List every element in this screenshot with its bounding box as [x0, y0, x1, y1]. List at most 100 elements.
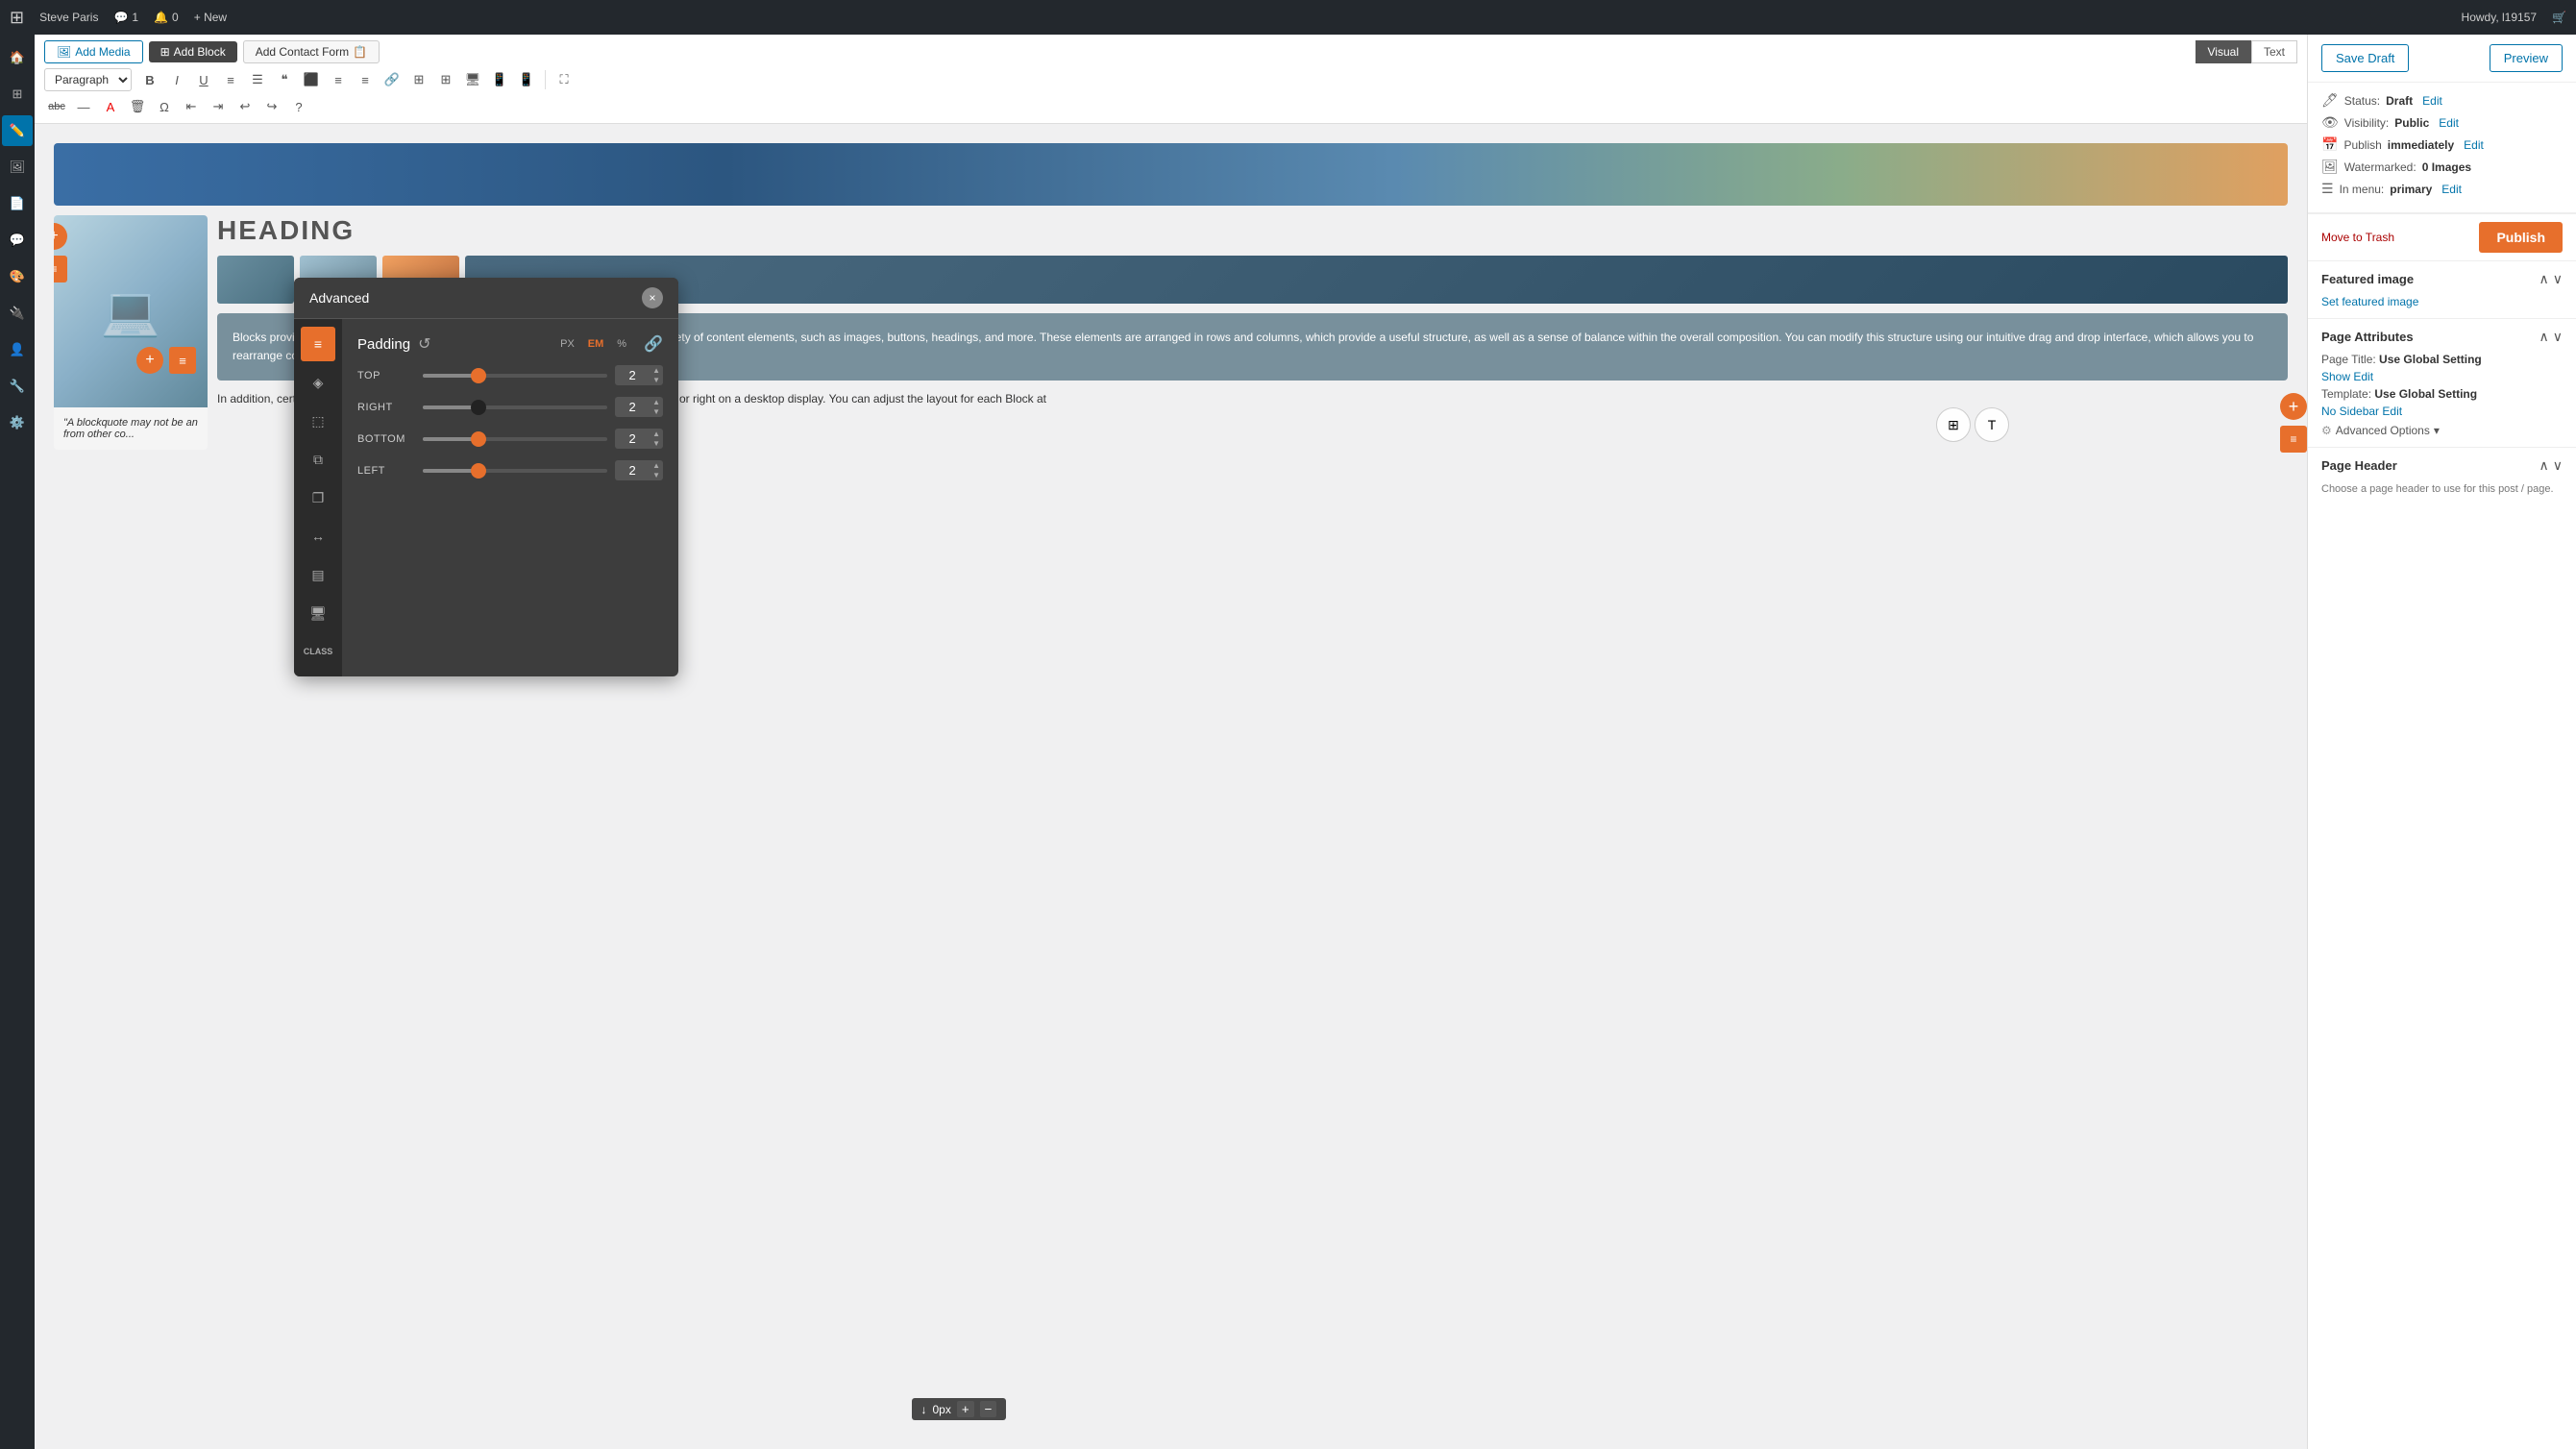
panel-desktop-icon[interactable]: 🖥 — [301, 596, 335, 630]
sidebar-icon-pages[interactable]: 📄 — [2, 188, 33, 219]
visibility-edit-link[interactable]: Edit — [2439, 116, 2459, 130]
float-add-button[interactable]: + — [2280, 393, 2307, 420]
editor-content[interactable]: + ≡ + ≡ 💻 "A blockquote — [35, 124, 2307, 1449]
panel-layers-icon[interactable]: ◈ — [301, 365, 335, 400]
page-title-edit-link[interactable]: Edit — [2353, 370, 2373, 383]
comments-bar-item[interactable]: 💬 1 — [113, 11, 138, 24]
padding-bottom-down[interactable]: ▼ — [650, 439, 663, 449]
left-block-menu-button[interactable]: ≡ — [54, 256, 67, 282]
text-tab[interactable]: Text — [2251, 40, 2297, 63]
padding-right-up[interactable]: ▲ — [650, 398, 663, 407]
no-sidebar-link[interactable]: No Sidebar — [2321, 405, 2379, 418]
padding-top-slider[interactable] — [423, 366, 607, 385]
bold-button[interactable]: B — [137, 67, 162, 92]
set-featured-image-link[interactable]: Set featured image — [2321, 295, 2563, 308]
padding-bottom-slider[interactable] — [423, 430, 607, 449]
sidebar-icon-tools[interactable]: 🔧 — [2, 371, 33, 402]
tablet-view-button[interactable]: 📱 — [487, 67, 512, 92]
text-color-button[interactable]: A — [98, 94, 123, 119]
panel-arrows-icon[interactable]: ↔ — [301, 519, 335, 553]
page-attributes-down[interactable]: ∨ — [2553, 329, 2563, 345]
offset-minus-button[interactable]: − — [980, 1401, 997, 1417]
padding-left-input[interactable] — [615, 460, 650, 480]
fullscreen-button[interactable]: ⛶ — [552, 67, 577, 92]
italic-button[interactable]: I — [164, 67, 189, 92]
indent-button[interactable]: ⇥ — [206, 94, 231, 119]
underline-button[interactable]: U — [191, 67, 216, 92]
float-menu-button[interactable]: ≡ — [2280, 426, 2307, 453]
status-edit-link[interactable]: Edit — [2422, 94, 2442, 108]
table-button[interactable]: ⊞ — [406, 67, 431, 92]
ordered-list-button[interactable]: ☰ — [245, 67, 270, 92]
unit-em-button[interactable]: EM — [584, 336, 608, 352]
unordered-list-button[interactable]: ≡ — [218, 67, 243, 92]
in-menu-edit-link[interactable]: Edit — [2441, 183, 2462, 196]
sidebar-icon-home[interactable]: 🏠 — [2, 42, 33, 73]
offset-plus-button[interactable]: + — [957, 1401, 974, 1417]
padding-right-slider[interactable] — [423, 398, 607, 417]
page-header-up[interactable]: ∧ — [2539, 457, 2549, 474]
padding-right-down[interactable]: ▼ — [650, 407, 663, 417]
padding-top-down[interactable]: ▼ — [650, 376, 663, 385]
sidebar-icon-edit[interactable]: ✏️ — [2, 115, 33, 146]
page-header-down[interactable]: ∨ — [2553, 457, 2563, 474]
save-draft-button[interactable]: Save Draft — [2321, 44, 2409, 72]
left-block-add-button[interactable]: + — [54, 223, 67, 250]
cart-icon[interactable]: 🛒 — [2552, 11, 2566, 24]
unit-px-button[interactable]: PX — [556, 336, 578, 352]
format-select[interactable]: Paragraph Heading 1 Heading 2 — [44, 68, 132, 91]
panel-column-icon[interactable]: ▤ — [301, 557, 335, 592]
image-text-button[interactable]: T — [1975, 407, 2009, 442]
padding-left-down[interactable]: ▼ — [650, 471, 663, 480]
sidebar-icon-users[interactable]: 👤 — [2, 334, 33, 365]
block-add-button[interactable]: + — [136, 347, 163, 374]
padding-top-input[interactable] — [615, 365, 650, 385]
sidebar-icon-dashboard[interactable]: ⊞ — [2, 79, 33, 110]
site-name[interactable]: Steve Paris — [39, 11, 98, 24]
sidebar-icon-comments[interactable]: 💬 — [2, 225, 33, 256]
template-edit-link[interactable]: Edit — [2382, 405, 2402, 418]
advanced-panel-close-button[interactable]: × — [642, 287, 663, 308]
sidebar-icon-settings[interactable]: ⚙️ — [2, 407, 33, 438]
align-center-button[interactable]: ≡ — [326, 67, 351, 92]
help-button[interactable]: ? — [286, 94, 311, 119]
padding-refresh-icon[interactable]: ↺ — [418, 334, 430, 354]
padding-left-slider[interactable] — [423, 461, 607, 480]
publish-edit-link[interactable]: Edit — [2464, 138, 2484, 152]
panel-class-icon[interactable]: CLASS — [301, 634, 335, 669]
align-right-button[interactable]: ≡ — [353, 67, 378, 92]
blockquote-button[interactable]: ❝ — [272, 67, 297, 92]
unit-percent-button[interactable]: % — [613, 336, 630, 352]
sidebar-icon-appearance[interactable]: 🎨 — [2, 261, 33, 292]
page-title-show-link[interactable]: Show — [2321, 370, 2350, 383]
new-bar-item[interactable]: + New — [194, 11, 227, 24]
panel-clone-icon[interactable]: ⧉ — [301, 442, 335, 477]
add-media-button[interactable]: 🖼 Add Media — [44, 40, 143, 63]
sidebar-icon-media[interactable]: 🖼 — [2, 152, 33, 183]
featured-image-collapse-down[interactable]: ∨ — [2553, 271, 2563, 287]
move-to-trash-link[interactable]: Move to Trash — [2321, 231, 2394, 244]
notifications-bar-item[interactable]: 🔔 0 — [154, 11, 179, 24]
special-char-button[interactable]: Ω — [152, 94, 177, 119]
align-left-button[interactable]: ⬛ — [299, 67, 324, 92]
block-list-button[interactable]: ≡ — [169, 347, 196, 374]
hr-button[interactable]: — — [71, 94, 96, 119]
panel-list-icon[interactable]: ≡ — [301, 327, 335, 361]
padding-top-up[interactable]: ▲ — [650, 366, 663, 376]
featured-image-collapse-up[interactable]: ∧ — [2539, 271, 2549, 287]
advanced-options-row[interactable]: ⚙ Advanced Options ▾ — [2321, 424, 2563, 437]
padding-bottom-input[interactable] — [615, 429, 650, 449]
mobile-view-button[interactable]: 📱 — [514, 67, 539, 92]
page-attributes-up[interactable]: ∧ — [2539, 329, 2549, 345]
link-values-icon[interactable]: 🔗 — [644, 334, 663, 354]
padding-left-up[interactable]: ▲ — [650, 461, 663, 471]
desktop-view-button[interactable]: 🖥 — [460, 67, 485, 92]
padding-right-input[interactable] — [615, 397, 650, 417]
padding-bottom-up[interactable]: ▲ — [650, 430, 663, 439]
add-contact-form-button[interactable]: Add Contact Form 📋 — [243, 40, 380, 63]
add-block-button[interactable]: ⊞ Add Block — [149, 41, 237, 62]
outdent-button[interactable]: ⇤ — [179, 94, 204, 119]
image-grid-button[interactable]: ⊞ — [1936, 407, 1971, 442]
wp-logo-icon[interactable]: ⊞ — [10, 8, 24, 28]
link-button[interactable]: 🔗 — [380, 67, 405, 92]
